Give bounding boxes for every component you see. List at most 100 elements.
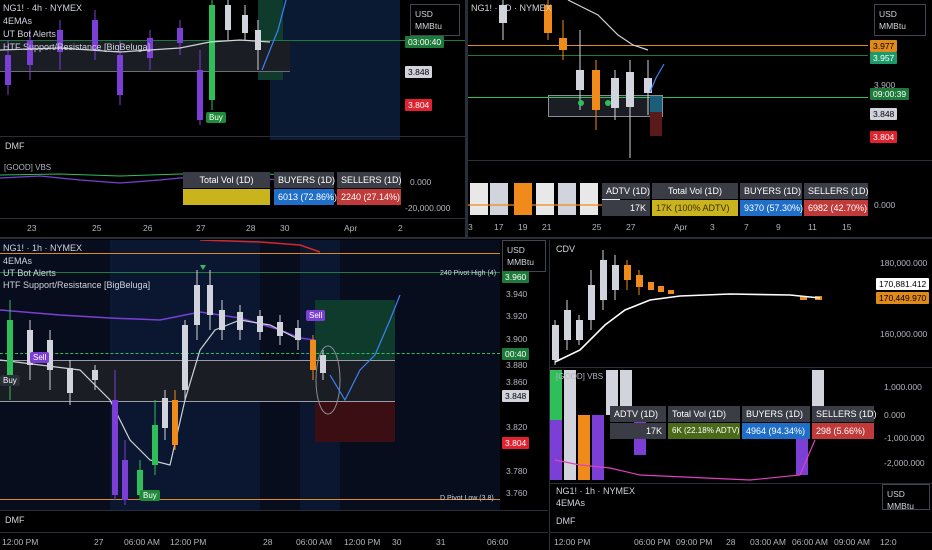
chart-title[interactable]: NG1! · 1h · NYMEX [556, 486, 635, 496]
pivot-high-label: 240 Pivot High (4) [440, 270, 497, 277]
sellers-value: 298 (5.66%) [812, 423, 874, 439]
x-tick: 26 [143, 223, 153, 233]
x-tick: 23 [27, 223, 37, 233]
currency-label: USD [879, 9, 897, 19]
adtv-header: ADTV (1D) [602, 183, 650, 199]
total-vol-value: 17K (100% ADTV) [652, 200, 738, 216]
cdv-orange-tag: 170,449.970 [876, 292, 930, 304]
dmf-label[interactable]: DMF [5, 141, 25, 151]
chart-title[interactable]: NG1! · 1h · NYMEX [3, 243, 82, 253]
currency-unit-box[interactable]: USD MMBtu [882, 484, 930, 510]
time-axis[interactable]: 23 25 26 27 28 30 Apr 2 [0, 218, 465, 237]
chart-title[interactable]: NG1! · 4h · NYMEX [3, 3, 82, 13]
x-tick: 30 [392, 537, 402, 547]
price-tick: 3.940 [506, 289, 528, 299]
layout-divider[interactable] [465, 0, 467, 237]
vbs-label[interactable]: [GOOD] VBS [4, 163, 51, 172]
x-tick: 3 [468, 222, 473, 232]
buy-signal: Buy [206, 112, 226, 123]
unit-label: MMBtu [887, 501, 914, 510]
sellers-header: SELLERS (1D) [337, 172, 402, 188]
adtv-header: ADTV (1D) [610, 406, 666, 422]
pane-divider [550, 483, 932, 484]
buyers-value: 4964 (94.34%) [742, 423, 810, 439]
ut-bot-indicator-label[interactable]: UT Bot Alerts [3, 268, 56, 278]
x-tick: 27 [196, 223, 206, 233]
unit-label: MMBtu [415, 21, 442, 31]
ema-indicator-label[interactable]: 4EMAs [556, 498, 585, 508]
x-tick: 2 [398, 223, 403, 233]
price-tick: 3.760 [506, 488, 528, 498]
dmf-label[interactable]: DMF [556, 516, 576, 526]
buyers-value: 6013 (72.86%) [274, 189, 337, 205]
currency-label: USD [415, 9, 433, 19]
sellers-value: 6982 (42.70%) [804, 200, 868, 216]
sell-signal: Sell [30, 352, 50, 363]
total-vol-header: Total Vol (1D) [652, 183, 738, 199]
x-tick: 06:00 AM [296, 537, 332, 547]
red-price-tag: 3.804 [405, 99, 433, 111]
chart-pane-top-right[interactable]: NG1! · 1D · NYMEX ADTV (1D) Total Vol (1… [467, 0, 932, 237]
x-tick: 27 [626, 222, 636, 232]
volume-axis-zero: 0.000 [874, 200, 896, 210]
green-price-tag: 3.957 [870, 52, 898, 64]
time-axis[interactable]: 12:00 PM 06:00 PM 09:00 PM 28 03:00 AM 0… [550, 532, 932, 550]
dmf-axis-min: -20,000.000 [405, 203, 451, 213]
vbs-label[interactable]: [GOOD] VBS [556, 372, 603, 381]
x-tick: 06:00 [487, 537, 509, 547]
buyers-header: BUYERS (1D) [742, 406, 810, 422]
currency-unit-box[interactable]: USD MMBtu [502, 240, 546, 272]
x-tick: 12:00 PM [170, 537, 207, 547]
price-tick: 3.780 [506, 466, 528, 476]
last-price-tag: 3.848 [502, 390, 530, 402]
buy-signal: Buy [140, 490, 160, 501]
x-tick: 12:00 PM [2, 537, 39, 547]
currency-unit-box[interactable]: USD MMBtu [410, 4, 460, 36]
ut-bot-indicator-label[interactable]: UT Bot Alerts [3, 29, 56, 39]
vbs-bars [550, 370, 824, 481]
htf-indicator-label[interactable]: HTF Support/Resistance [BigBeluga] [3, 42, 150, 52]
x-tick: Apr [344, 223, 358, 233]
time-axis[interactable]: 3 17 19 21 25 27 Apr 3 7 9 11 15 [468, 218, 932, 237]
cdv-axis-tick: 160,000.000 [880, 329, 928, 339]
time-axis[interactable]: 12:00 PM 27 06:00 AM 12:00 PM 28 06:00 A… [0, 532, 548, 550]
currency-unit-box[interactable]: USD MMBtu [874, 4, 926, 36]
pivot-low-label: D Pivot Low (3.8) [440, 495, 494, 502]
ema-indicator-label[interactable]: 4EMAs [3, 16, 32, 26]
buyers-value: 9370 (57.30%) [740, 200, 803, 216]
x-tick: 09:00 PM [676, 537, 713, 547]
cdv-axis-tick: 180,000.000 [880, 258, 928, 268]
cdv-white-tag: 170,881.412 [876, 278, 930, 290]
cdv-label[interactable]: CDV [556, 244, 575, 254]
vbs-axis-tick: 1,000.000 [884, 382, 922, 392]
dmf-label[interactable]: DMF [5, 515, 25, 525]
buyers-header: BUYERS (1D) [274, 172, 335, 188]
x-tick: 06:00 PM [634, 537, 671, 547]
x-tick: 28 [726, 537, 736, 547]
x-tick: 25 [592, 222, 602, 232]
red-price-tag: 3.804 [502, 437, 530, 449]
ema-indicator-label[interactable]: 4EMAs [3, 256, 32, 266]
price-tick: 3.880 [506, 360, 528, 370]
x-tick: 17 [494, 222, 504, 232]
total-vol-value [183, 189, 270, 205]
time-tag: 09:00:39 [870, 88, 910, 100]
price-tick: 3.920 [506, 311, 528, 321]
adtv-value: 17K [610, 423, 666, 439]
x-tick: 7 [744, 222, 749, 232]
chart-pane-bottom-left[interactable]: NG1! · 1h · NYMEX 4EMAs UT Bot Alerts HT… [0, 240, 548, 550]
total-vol-value: 6K (22.18% ADTV) [668, 423, 740, 439]
htf-indicator-label[interactable]: HTF Support/Resistance [BigBeluga] [3, 280, 150, 290]
x-tick: Apr [674, 222, 688, 232]
x-tick: 11 [808, 222, 817, 232]
currency-label: USD [507, 245, 525, 255]
vbs-axis-tick: -2,000.000 [884, 458, 925, 468]
dmf-axis-zero: 0.000 [410, 177, 432, 187]
pivot-high-tag: 3.960 [502, 271, 530, 283]
layout-divider[interactable] [0, 237, 932, 239]
chart-pane-bottom-right[interactable]: CDV [GOOD] VBS ADTV (1D) Total Vol (1D) … [549, 240, 932, 550]
chart-pane-top-left[interactable]: NG1! · 4h · NYMEX 4EMAs UT Bot Alerts HT… [0, 0, 465, 237]
x-tick: 21 [542, 222, 552, 232]
x-tick: 06:00 AM [792, 537, 828, 547]
x-tick: 28 [246, 223, 256, 233]
